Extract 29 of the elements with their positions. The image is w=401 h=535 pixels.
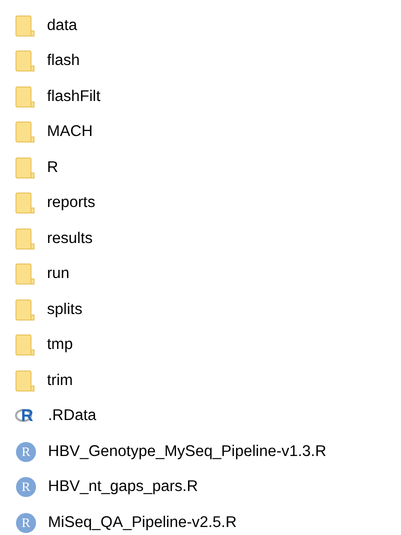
file-name[interactable]: MACH: [47, 123, 93, 142]
file-name[interactable]: flash: [47, 52, 80, 70]
file-name[interactable]: MiSeq_QA_Pipeline-v2.5.R: [48, 514, 237, 532]
file-name[interactable]: .RData: [48, 407, 96, 426]
r-file-icon: R: [16, 512, 36, 533]
folder-icon: [15, 370, 35, 392]
file-name[interactable]: tmp: [47, 336, 73, 354]
folder-icon: [15, 121, 35, 144]
folder-icon: [15, 298, 35, 321]
folder-icon: [15, 192, 35, 214]
folder-icon: [15, 228, 35, 250]
file-name[interactable]: data: [47, 16, 78, 35]
file-name[interactable]: trim: [47, 372, 73, 390]
folder-icon: [15, 156, 35, 179]
folder-icon: [15, 14, 35, 37]
r-file-icon: R: [16, 442, 36, 462]
file-name[interactable]: run: [47, 265, 70, 284]
file-name[interactable]: flashFilt: [47, 88, 100, 106]
file-name[interactable]: splits: [47, 300, 82, 319]
file-name[interactable]: reports: [47, 194, 96, 212]
file-name[interactable]: R: [47, 158, 58, 177]
folder-icon: [15, 263, 35, 286]
r-file-icon: R: [16, 477, 36, 498]
file-name[interactable]: results: [47, 230, 93, 248]
folder-icon: [15, 86, 35, 108]
folder-icon: [15, 334, 35, 356]
file-name[interactable]: HBV_Genotype_MySeq_Pipeline-v1.3.R: [48, 442, 326, 461]
file-name[interactable]: HBV_nt_gaps_pars.R: [48, 478, 198, 496]
folder-icon: [15, 50, 35, 72]
